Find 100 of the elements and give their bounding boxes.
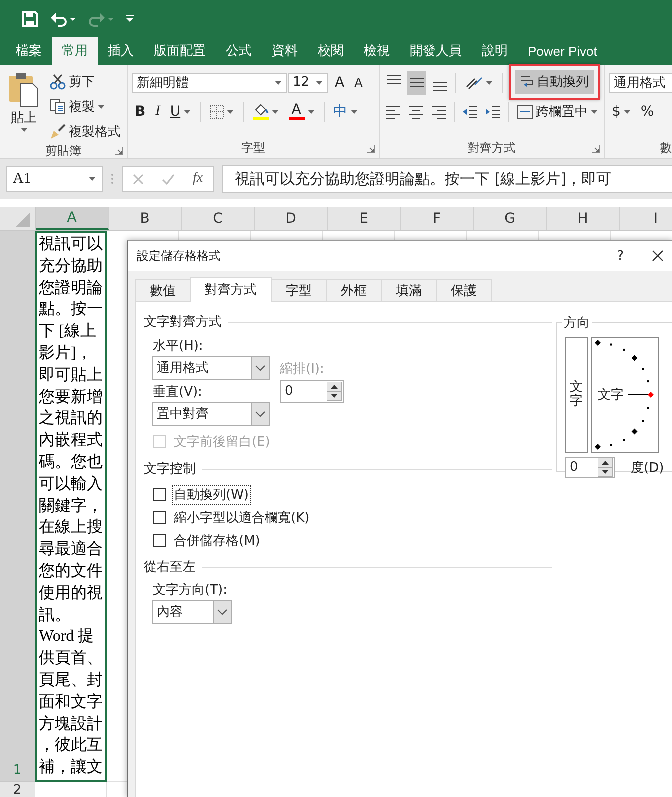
orientation-dial[interactable]: 文字: [591, 337, 659, 453]
cut-button[interactable]: 剪下: [48, 70, 123, 93]
group-label: 對齊方式: [468, 140, 516, 156]
format-painter-button[interactable]: 複製格式: [48, 120, 123, 143]
caret-icon: [486, 80, 494, 84]
column-header[interactable]: F: [401, 207, 474, 230]
group-label: 字型: [242, 140, 266, 156]
section-heading: 文字對齊方式: [144, 314, 222, 331]
scissors-icon: [50, 74, 66, 90]
grow-font-button[interactable]: A: [332, 72, 348, 94]
ribbon-tab[interactable]: 版面配置: [144, 37, 216, 65]
ribbon-tab[interactable]: 插入: [98, 37, 144, 65]
ribbon-tab[interactable]: 開發人員: [400, 37, 472, 65]
chevron-icon: [213, 601, 231, 623]
horizontal-dropdown[interactable]: 通用格式: [152, 356, 270, 380]
checkbox[interactable]: [153, 511, 166, 524]
name-box[interactable]: A1: [6, 166, 103, 192]
column-header[interactable]: D: [255, 207, 328, 230]
ribbon-tab[interactable]: 檢視: [354, 37, 400, 65]
chevron-icon: [251, 403, 269, 425]
merge-center-button[interactable]: 跨欄置中: [514, 100, 600, 123]
save-icon[interactable]: [22, 10, 38, 26]
phonetic-guide-button[interactable]: 中: [330, 100, 361, 122]
dialog-tab[interactable]: 對齊方式: [190, 277, 272, 302]
dialog-title: 設定儲存格格式: [137, 248, 221, 264]
row-header[interactable]: 2: [0, 782, 35, 797]
italic-button[interactable]: I: [152, 100, 164, 122]
indent-spinner[interactable]: 0: [280, 380, 344, 403]
currency-button[interactable]: $: [609, 100, 634, 122]
indent-arrow-icon: [484, 104, 501, 120]
percent-button[interactable]: %: [638, 100, 658, 122]
merge-cells-icon: [516, 104, 533, 118]
row-header[interactable]: 1: [0, 231, 35, 782]
field-label: 度(D): [631, 460, 664, 476]
dialog-tab[interactable]: 數值: [135, 279, 191, 301]
column-header[interactable]: C: [182, 207, 255, 230]
checkbox[interactable]: [153, 488, 166, 501]
ribbon-tab[interactable]: 檔案: [6, 37, 52, 65]
column-header[interactable]: G: [474, 207, 547, 230]
checkbox[interactable]: [153, 534, 166, 547]
shrink-font-button[interactable]: A: [352, 72, 366, 94]
field-label: 垂直(V):: [153, 384, 202, 401]
dialog-launcher-icon[interactable]: [367, 145, 375, 153]
dialog-launcher-icon[interactable]: [115, 147, 123, 155]
caret-icon: [624, 110, 631, 114]
selected-cell[interactable]: 視訊可以充分協助您證明論點。按一下 [線上影片]，即可貼上您要新增之視訊的內嵌程式碼。您也可以輸入關鍵字，在線上搜尋最適合您的文件使用的視訊。 Word 提供頁首、頁尾、封面和文字方塊設計，彼此互補，讓文: [35, 231, 107, 782]
checkmark-icon[interactable]: [162, 174, 175, 184]
font-color-button[interactable]: A: [286, 100, 318, 122]
caret-icon: [350, 110, 358, 114]
customize-icon[interactable]: [126, 14, 134, 22]
font-size-dropdown[interactable]: 12: [288, 72, 328, 92]
caret-icon: [275, 80, 282, 84]
bold-button[interactable]: B: [132, 100, 149, 122]
ribbon-tab[interactable]: Power Pivot: [518, 37, 608, 65]
indent-arrow-icon: [462, 104, 478, 120]
undo-icon[interactable]: [50, 10, 76, 26]
font-name-dropdown[interactable]: 新細明體: [132, 72, 287, 92]
underline-button[interactable]: U: [167, 100, 194, 122]
caret-icon: [316, 80, 323, 84]
ribbon-tab[interactable]: 說明: [472, 37, 518, 65]
copy-button[interactable]: 複製: [48, 95, 123, 118]
middle-align-button[interactable]: [407, 70, 426, 94]
paint-bucket-icon: [252, 104, 269, 120]
lines-icon: [386, 74, 402, 84]
close-icon[interactable]: [652, 250, 664, 262]
checkbox-label: 自動換列(W): [172, 484, 251, 504]
lines-icon: [430, 104, 447, 120]
field-label: 縮排(I):: [280, 361, 324, 378]
lines-icon: [408, 104, 424, 120]
caret-icon: [89, 177, 96, 181]
number-format-dropdown[interactable]: 通用格式: [609, 72, 672, 92]
paste-button[interactable]: 貼上: [4, 70, 44, 143]
copy-icon: [50, 98, 66, 114]
ribbon-tab[interactable]: 常用: [52, 37, 98, 65]
spin-arrows-icon[interactable]: [598, 458, 613, 477]
degrees-spinner[interactable]: 0: [565, 457, 615, 478]
ribbon-tab[interactable]: 公式: [216, 37, 262, 65]
vertical-dropdown[interactable]: 置中對齊: [152, 402, 270, 426]
lines-icon: [385, 104, 402, 120]
column-header[interactable]: H: [547, 207, 620, 230]
ribbon-tab[interactable]: 校閱: [308, 37, 354, 65]
caret-icon: [98, 104, 105, 108]
help-button[interactable]: ?: [617, 248, 624, 264]
wrap-text-button[interactable]: 自動換列: [515, 70, 594, 94]
section-heading: 從右至左: [144, 559, 196, 576]
column-header[interactable]: B: [109, 207, 182, 230]
insert-function-button[interactable]: fx: [193, 171, 204, 187]
dialog-launcher-icon[interactable]: [592, 145, 600, 153]
column-header[interactable]: A: [36, 207, 109, 230]
column-header[interactable]: I: [620, 207, 672, 230]
spin-arrows-icon[interactable]: [327, 382, 342, 401]
dialog-tab[interactable]: 保護: [436, 279, 492, 301]
caret-icon: [20, 128, 28, 132]
caret-icon: [590, 110, 598, 114]
text-direction-dropdown[interactable]: 內容: [152, 600, 232, 624]
vertical-text-box[interactable]: 文字: [565, 337, 588, 453]
formula-field[interactable]: 視訊可以充分協助您證明論點。按一下 [線上影片]，即可: [222, 165, 672, 193]
ribbon-tab[interactable]: 資料: [262, 37, 308, 65]
field-label: 水平(H):: [153, 338, 204, 355]
column-header[interactable]: E: [328, 207, 401, 230]
